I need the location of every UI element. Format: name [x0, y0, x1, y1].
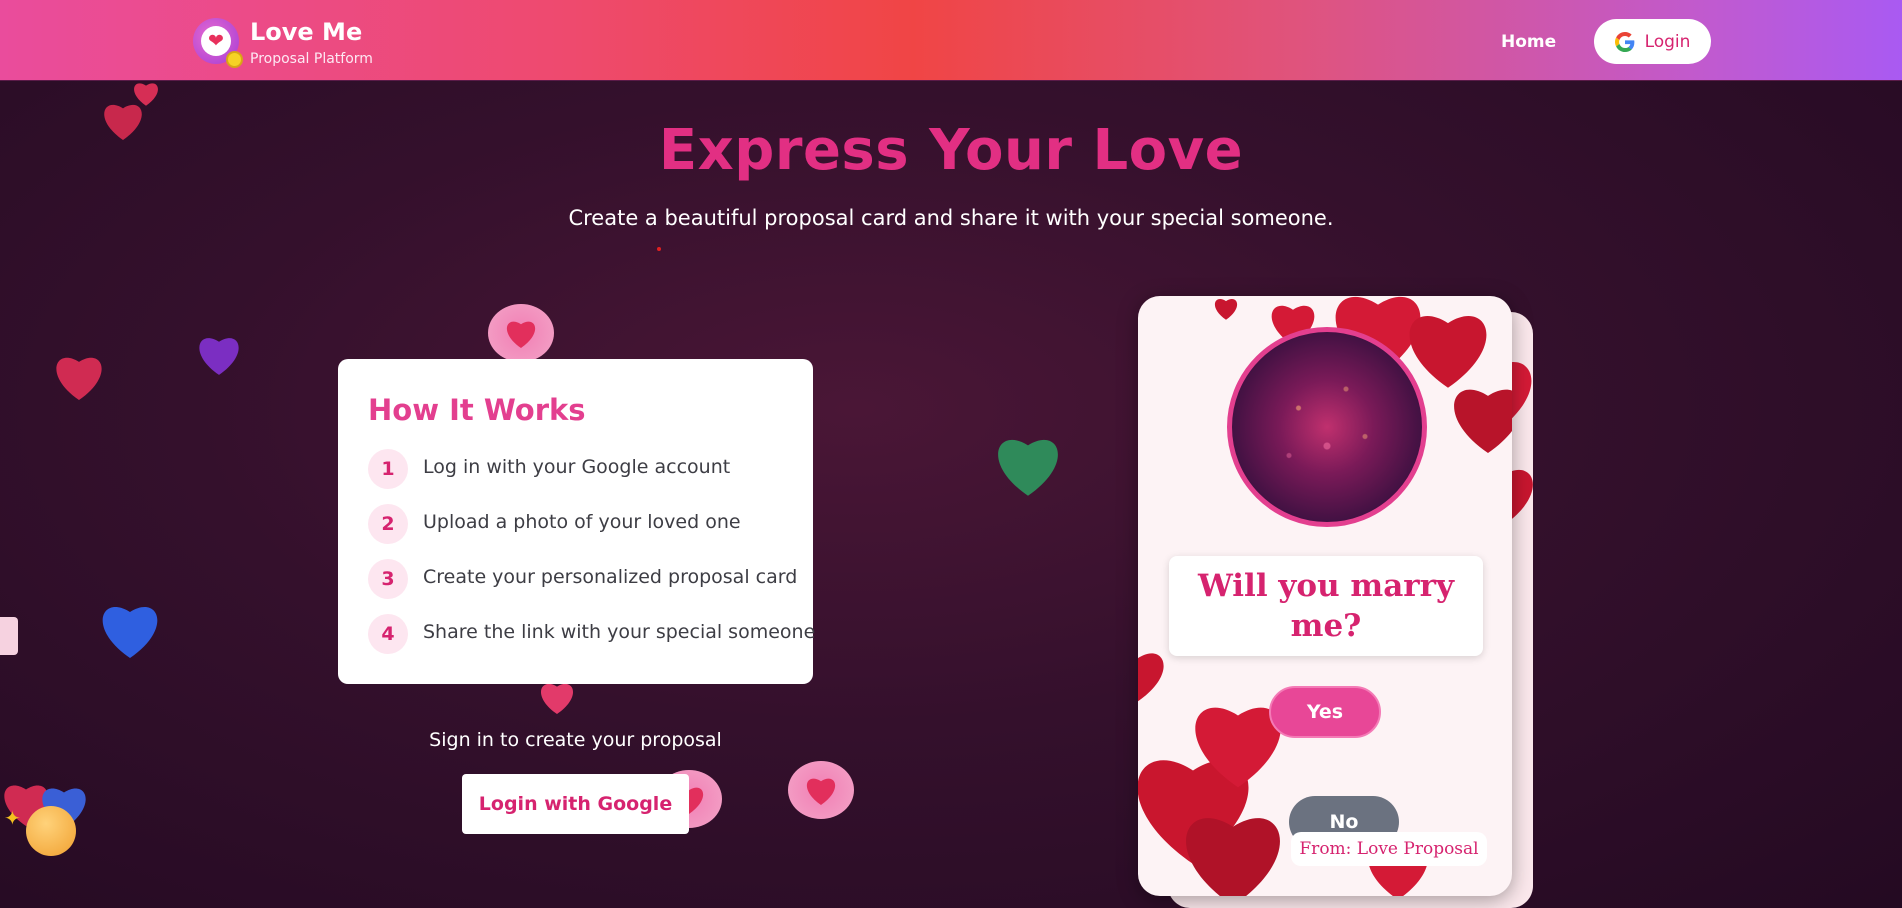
red-dot — [657, 247, 661, 251]
side-tab[interactable] — [0, 617, 18, 655]
login-label: Login — [1644, 31, 1691, 52]
floating-heart-bubble — [488, 304, 554, 362]
brand-title[interactable]: Love Me — [250, 18, 362, 46]
step-number: 2 — [368, 504, 408, 544]
step-number: 4 — [368, 614, 408, 654]
proposal-question: Will you marry me? — [1169, 556, 1483, 656]
brand-logo[interactable]: ❤ — [193, 18, 243, 68]
card-heart-decoration — [1186, 818, 1280, 896]
floating-heart-icon — [56, 357, 102, 400]
hero-title: Express Your Love — [658, 118, 1244, 183]
step-item: 2 Upload a photo of your loved one — [368, 504, 741, 544]
step-text: Log in with your Google account — [423, 456, 731, 478]
how-it-works-title: How It Works — [368, 393, 586, 427]
top-navbar: ❤ Love Me Proposal Platform Home Login — [0, 0, 1902, 81]
card-heart-decoration — [1214, 299, 1238, 320]
signin-prompt: Sign in to create your proposal — [429, 729, 722, 751]
floating-heart-bubble — [788, 761, 854, 819]
floating-heart-icon — [506, 321, 536, 348]
yes-button[interactable]: Yes — [1269, 686, 1381, 738]
floating-heart-icon — [806, 778, 836, 805]
loved-one-photo — [1227, 327, 1427, 527]
step-text: Create your personalized proposal card — [423, 566, 798, 588]
login-with-google-button[interactable]: Login with Google — [462, 774, 689, 834]
status-dot — [226, 51, 243, 68]
heart-icon: ❤ — [201, 26, 231, 56]
photo-sparkle — [1232, 332, 1422, 522]
login-button[interactable]: Login — [1594, 19, 1711, 64]
proposal-card-preview: Will you marry me? Yes No From: Love Pro… — [1138, 296, 1512, 896]
nav-home-link[interactable]: Home — [1501, 32, 1556, 52]
from-label: From: Love Proposal — [1291, 832, 1487, 866]
card-heart-decoration — [1138, 653, 1164, 702]
hero-subtitle: Create a beautiful proposal card and sha… — [568, 206, 1334, 230]
sparkle-icon: ✦ — [4, 806, 21, 830]
step-item: 4 Share the link with your special someo… — [368, 614, 815, 654]
how-it-works-card: How It Works 1 Log in with your Google a… — [338, 359, 815, 684]
step-number: 1 — [368, 449, 408, 489]
floating-heart-icon — [104, 104, 142, 140]
kiss-emoji-icon — [26, 806, 76, 856]
brand-subtitle: Proposal Platform — [250, 51, 373, 67]
floating-heart-icon — [540, 684, 574, 714]
step-text: Share the link with your special someone — [423, 621, 816, 643]
floating-heart-icon — [998, 439, 1058, 496]
step-number: 3 — [368, 559, 408, 599]
step-item: 3 Create your personalized proposal card — [368, 559, 797, 599]
card-heart-decoration — [1454, 389, 1512, 453]
card-heart-decoration — [1409, 316, 1487, 388]
step-text: Upload a photo of your loved one — [423, 511, 741, 533]
google-icon — [1614, 31, 1634, 52]
floating-heart-icon — [199, 338, 239, 375]
floating-heart-icon — [102, 606, 158, 658]
step-item: 1 Log in with your Google account — [368, 449, 730, 489]
